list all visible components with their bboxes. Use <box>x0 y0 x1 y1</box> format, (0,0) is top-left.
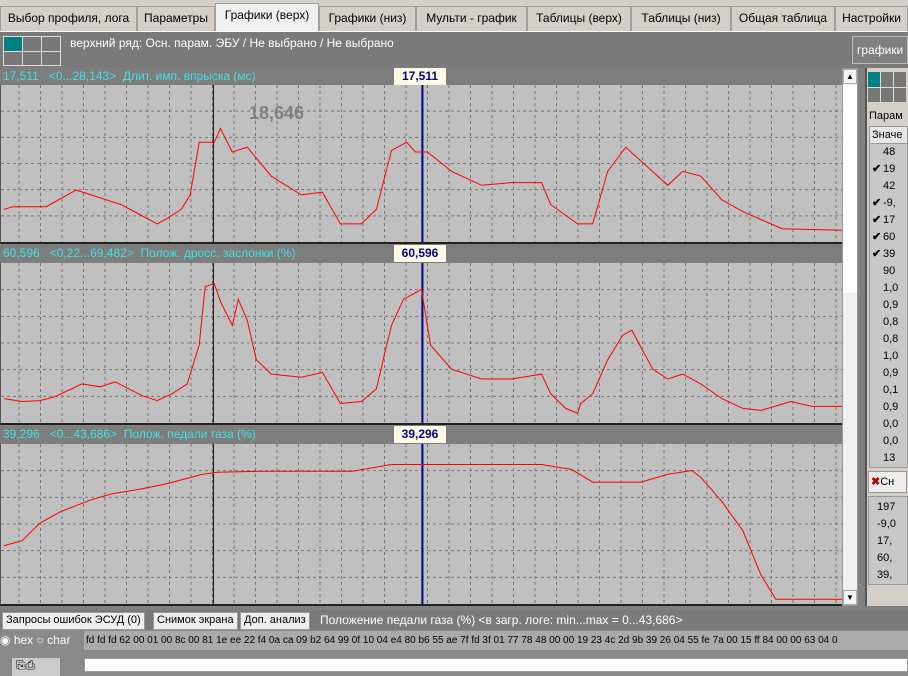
error-requests-tab[interactable]: Запросы ошибок ЭСУД (0) <box>2 612 145 630</box>
grid-cell[interactable] <box>42 37 60 51</box>
param-value-row[interactable]: 90 <box>870 263 907 280</box>
param-value-row[interactable]: 0,1 <box>870 382 907 399</box>
checkmark-icon[interactable]: ✔ <box>872 161 883 178</box>
tab-7[interactable]: Общая таблица <box>731 6 835 31</box>
checkmark-icon[interactable]: ✔ <box>872 246 883 263</box>
summary-value: 17, <box>877 535 893 547</box>
extra-analysis-tab[interactable]: Доп. анализ <box>240 612 310 630</box>
row-description: верхний ряд: Осн. парам. ЭБУ / Не выбран… <box>70 36 394 50</box>
chart-svg <box>1 263 842 423</box>
param-value-row[interactable]: 0,8 <box>870 331 907 348</box>
cursor-value: 60,596 <box>394 245 446 262</box>
cursor-value: 17,511 <box>394 68 446 85</box>
bottom-bar: Запросы ошибок ЭСУД (0) Снимок экрана До… <box>0 610 908 630</box>
cursor-hint: 18,646 <box>249 103 305 123</box>
char-radio[interactable]: ○ <box>37 633 44 647</box>
param-value-row[interactable]: ✔ 19 <box>870 161 907 178</box>
param-value-row[interactable]: ✔ 17 <box>870 212 907 229</box>
scroll-down-arrow-icon[interactable]: ▼ <box>843 590 857 605</box>
cursor-value: 39,296 <box>394 426 446 443</box>
panel-header: 60,596 <0,22...69,482> Полож. дросс. зас… <box>0 245 842 262</box>
param-value-row[interactable]: 0,8 <box>870 314 907 331</box>
param-value-row[interactable]: ✔ 39 <box>870 246 907 263</box>
clear-button[interactable]: ✖Сн <box>868 471 907 493</box>
param-value-row[interactable]: 0,9 <box>870 399 907 416</box>
tab-4[interactable]: Мульти - график <box>416 6 527 31</box>
checkmark-icon[interactable]: ✔ <box>872 212 883 229</box>
summary-value: 60, <box>877 552 893 564</box>
status-text: Положение педали газа (%) <в загр. логе:… <box>320 613 683 627</box>
panel-header: 39,296 <0...43,686> Полож. педали газа (… <box>0 426 842 443</box>
grid-cell[interactable] <box>4 51 22 65</box>
panel-header: 17,511 <0...28,143> Длит. имп. впрыска (… <box>0 68 842 85</box>
right-params-panel: Парам Значе 48 ✔ 19 42 ✔ -9, ✔ 17 ✔ 60 ✔ 39 90 1,0 0,9… <box>865 68 908 606</box>
toolbar: верхний ряд: Осн. парам. ЭБУ / Не выбран… <box>0 32 908 68</box>
hex-radio-label[interactable]: hex <box>14 633 33 647</box>
right-layout-grid[interactable] <box>868 72 906 102</box>
params-tab[interactable]: Парам <box>867 106 908 126</box>
tab-1[interactable]: Параметры <box>137 6 215 31</box>
current-value: 39,296 <box>3 427 40 441</box>
scroll-thumb[interactable] <box>843 85 857 293</box>
current-value: 17,511 <box>3 69 39 83</box>
tab-5[interactable]: Таблицы (верх) <box>527 6 631 31</box>
param-value-row[interactable]: 0,9 <box>870 297 907 314</box>
tab-8[interactable]: Настройки <box>835 6 908 31</box>
chart-plot[interactable] <box>0 263 842 425</box>
hex-radio[interactable]: ◉ <box>0 633 10 647</box>
tab-6[interactable]: Таблицы (низ) <box>631 6 731 31</box>
scroll-up-arrow-icon[interactable]: ▲ <box>843 69 857 84</box>
param-value-row[interactable]: 42 <box>870 178 907 195</box>
param-value-row[interactable]: 1,0 <box>870 280 907 297</box>
graphs-button[interactable]: графики <box>852 36 908 64</box>
value-range: <0...28,143> <box>48 69 117 83</box>
layout-grid-selector[interactable] <box>3 36 61 66</box>
param-name: Длит. имп. впрыска (мс) <box>122 69 256 83</box>
summary-value: 197 <box>877 501 896 513</box>
hex-dump: fd fd fd 62 00 01 00 8c 00 81 1e ee 22 f… <box>84 631 908 650</box>
command-input[interactable] <box>84 658 908 672</box>
values-column-header[interactable]: Значе <box>870 127 907 144</box>
checkmark-icon[interactable]: ✔ <box>872 229 883 246</box>
grid-cell[interactable] <box>4 37 22 51</box>
screenshot-tab[interactable]: Снимок экрана <box>153 612 238 630</box>
param-value-row[interactable]: ✔ -9, <box>870 195 907 212</box>
param-name: Полож. педали газа (%) <box>123 427 256 441</box>
param-name: Полож. дросс. заслонки (%) <box>140 246 296 260</box>
copy-icon[interactable]: ⎘⎙ <box>12 658 60 676</box>
tab-3[interactable]: Графики (низ) <box>319 6 416 31</box>
current-value: 60,596 <box>3 246 40 260</box>
param-value-row[interactable]: ✔ 60 <box>870 229 907 246</box>
chart-plot[interactable]: 18,646 <box>0 85 842 244</box>
hex-row: ◉ hex ○ char fd fd fd 62 00 01 00 8c 00 … <box>0 630 908 652</box>
param-value-row[interactable]: 13 <box>870 450 907 467</box>
param-value-row[interactable]: 0,0 <box>870 416 907 433</box>
checkmark-icon[interactable]: ✔ <box>872 195 883 212</box>
param-value-row[interactable]: 0,0 <box>870 433 907 450</box>
value-range: <0...43,686> <box>49 427 118 441</box>
param-value-row[interactable]: 0,9 <box>870 365 907 382</box>
main-tabs: Выбор профиля, лога Параметры Графики (вер… <box>0 0 908 32</box>
grid-cell[interactable] <box>23 51 41 65</box>
param-value-row[interactable]: 48 <box>870 144 907 161</box>
param-value-row[interactable]: 1,0 <box>870 348 907 365</box>
grid-cell[interactable] <box>23 37 41 51</box>
chart-svg <box>1 85 842 242</box>
summary-value: -9,0 <box>877 518 896 530</box>
char-radio-label[interactable]: char <box>47 633 70 647</box>
x-icon: ✖ <box>871 476 881 488</box>
value-range: <0,22...69,482> <box>49 246 134 260</box>
input-row: ⎘⎙ <box>0 652 908 676</box>
tab-2[interactable]: Графики (верх) <box>215 3 319 31</box>
summary-value: 39, <box>877 569 893 581</box>
vertical-scrollbar[interactable]: ▲ ▼ <box>842 68 858 606</box>
grid-cell[interactable] <box>42 51 60 65</box>
chart-svg <box>1 444 842 604</box>
chart-plot[interactable] <box>0 444 842 606</box>
tab-0[interactable]: Выбор профиля, лога <box>0 6 137 31</box>
